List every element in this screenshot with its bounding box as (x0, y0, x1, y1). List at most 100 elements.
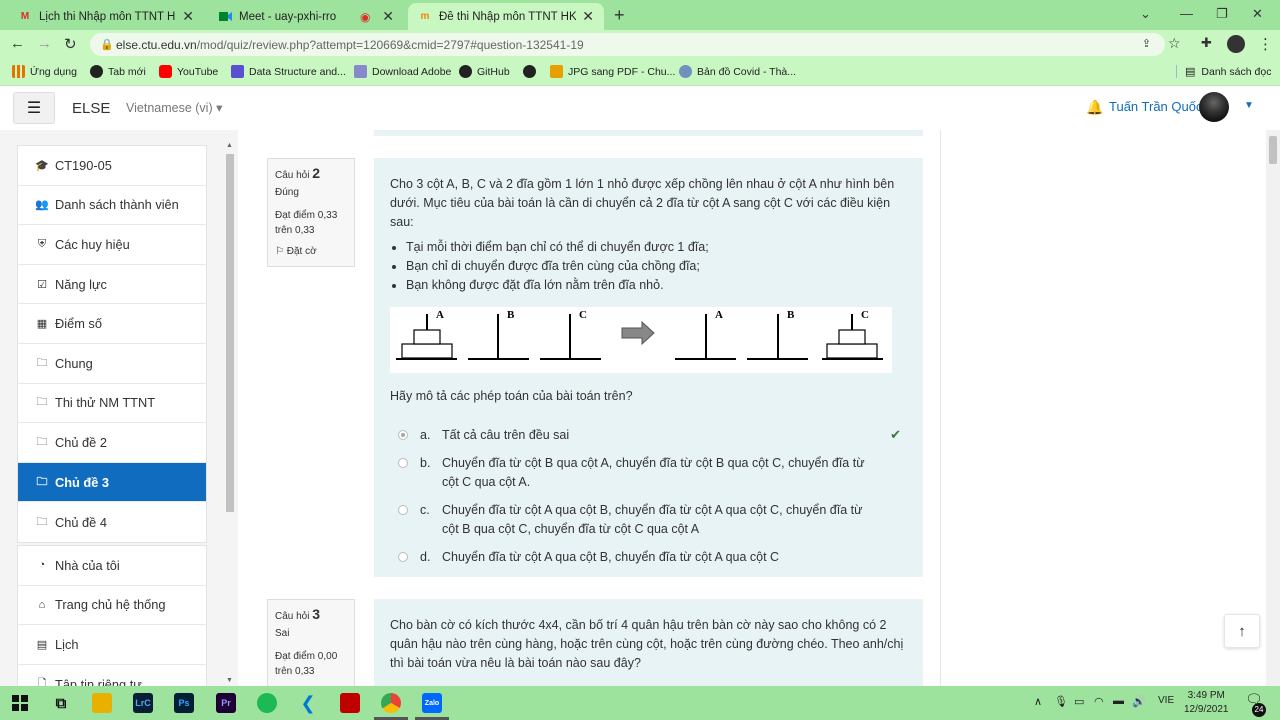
nav-item-private-files[interactable]: 🗋 Tập tin riêng tư (18, 665, 206, 686)
wifi-icon[interactable]: ◠ (1094, 695, 1104, 708)
screen-icon[interactable]: ▭ (1074, 695, 1084, 708)
list-item: Tại mỗi thời điểm bạn chỉ có thể di chuy… (406, 238, 907, 257)
bookmark-covid-map[interactable]: Bản đồ Covid - Thà... (679, 65, 796, 78)
language-menu[interactable]: Vietnamese (vi) ▾ (126, 100, 222, 115)
flag-question-button[interactable]: ⚐ Đặt cờ (275, 244, 347, 259)
question-text: Cho bàn cờ có kích thước 4x4, cần bố trí… (390, 618, 904, 670)
nav-item-calendar[interactable]: ▤ Lịch (18, 625, 206, 665)
nav-item-site-home[interactable]: ⌂ Trang chủ hệ thống (18, 586, 206, 626)
nav-item-course[interactable]: 🎓 CT190-05 (18, 146, 206, 186)
nav-item-dashboard[interactable]: ◔ Nhà của tôi (18, 546, 206, 586)
profile-avatar[interactable] (1227, 35, 1245, 53)
answer-option[interactable]: c. Chuyển đĩa từ cột A qua cột B, chuyển… (390, 495, 907, 542)
answer-option[interactable]: b. Chuyển đĩa từ cột B qua cột A, chuyển… (390, 448, 907, 495)
url-host: else.ctu.edu.vn (116, 37, 197, 52)
photoshop-icon[interactable]: Ps (174, 693, 194, 713)
share-icon[interactable]: ⇪ (1142, 37, 1151, 50)
user-name[interactable]: Tuấn Trần Quốc (1109, 99, 1202, 114)
bookmark-download-adobe[interactable]: Download Adobe (354, 65, 451, 78)
user-menu-caret-icon[interactable]: ▼ (1244, 100, 1254, 111)
nav-item-grades[interactable]: ▦ Điểm số (18, 304, 206, 344)
bookmark-apps[interactable]: Ứng dụng (12, 65, 77, 78)
close-window-button[interactable]: ✕ (1252, 6, 1263, 22)
bookmark-youtube[interactable]: YouTube (159, 65, 218, 78)
nav-item-practice-exam[interactable]: 🗀 Thi thử NM TTNT (18, 384, 206, 424)
garena-icon[interactable] (340, 693, 360, 713)
close-icon[interactable]: ✕ (382, 8, 394, 25)
question-text: Cho 3 cột A, B, C và 2 đĩa gồm 1 lớn 1 n… (390, 177, 895, 229)
close-icon[interactable]: ✕ (582, 8, 594, 25)
drawer-toggle-button[interactable]: ☰ (13, 92, 55, 124)
browser-tab-3[interactable]: m Đề thi Nhập môn TTNT HKI năm ✕ (408, 3, 604, 30)
tab-search-icon[interactable]: ⌄ (1140, 6, 1151, 22)
language-indicator[interactable]: VIE (1158, 695, 1174, 706)
drawer-scrollbar-thumb[interactable] (226, 154, 234, 512)
file-explorer-icon[interactable] (92, 693, 112, 713)
nav-item-general[interactable]: 🗀 Chung (18, 344, 206, 384)
forward-button[interactable]: → (37, 35, 52, 52)
start-icon[interactable] (10, 693, 30, 713)
bookmark-new-tab[interactable]: Tab mới (90, 65, 146, 78)
quiz-review-content: Câu hỏi 2 Đúng Đạt điểm 0,33 trên 0,33 ⚐… (250, 130, 940, 686)
bookmark-star-icon[interactable]: ☆ (1168, 35, 1181, 52)
zalo-icon[interactable]: Zalo (422, 693, 442, 713)
bookmark-data-structure[interactable]: Data Structure and... (231, 65, 346, 78)
nav-item-topic-3[interactable]: 🗀 Chủ đề 3 (18, 462, 206, 503)
back-button[interactable]: ← (10, 35, 25, 52)
system-clock[interactable]: 3:49 PM 12/9/2021 (1184, 689, 1229, 717)
maximize-button[interactable]: ❐ (1216, 6, 1228, 22)
nav-item-badges[interactable]: ⛨ Các huy hiệu (18, 225, 206, 265)
scroll-up-arrow-icon[interactable]: ▲ (226, 142, 233, 149)
list-item: Bạn chỉ di chuyển được đĩa trên cùng của… (406, 257, 907, 276)
bookmark-github[interactable]: GitHub (459, 65, 510, 78)
back-to-top-button[interactable]: ↑ (1224, 614, 1260, 648)
tray-overflow-icon[interactable]: ∧ (1034, 695, 1042, 708)
microphone-icon[interactable]: 🎙 (1054, 695, 1068, 708)
radio-button[interactable] (398, 430, 408, 440)
task-view-icon[interactable]: ⧉ (51, 693, 71, 713)
answer-option[interactable]: a. Tất cả câu trên đều sai ✔ (390, 420, 907, 448)
battery-icon[interactable]: ▬ (1113, 695, 1124, 707)
minimize-button[interactable]: — (1180, 6, 1193, 21)
site-nav-group: ◔ Nhà của tôi ⌂ Trang chủ hệ thống ▤ Lịch 🗋… (17, 545, 207, 686)
drawer-scrollbar[interactable]: ▲ ▼ (225, 142, 235, 686)
question-info: Câu hỏi 2 Đúng Đạt điểm 0,33 trên 0,33 ⚐… (267, 158, 355, 267)
reload-button[interactable]: ↻ (64, 35, 77, 53)
browser-tab-2[interactable]: Meet - uay-pxhi-rro ◉ ✕ (208, 3, 404, 30)
answer-option[interactable]: d. Chuyển đĩa từ cột A qua cột B, chuyển… (390, 542, 907, 570)
spotify-icon[interactable] (257, 693, 277, 713)
nav-item-participants[interactable]: 👥 Danh sách thành viên (18, 186, 206, 226)
list-item: Bạn không được đặt đĩa lớn nằm trên đĩa … (406, 276, 907, 295)
nav-item-topic-4[interactable]: 🗀 Chủ đề 4 (18, 502, 206, 542)
new-tab-button[interactable]: + (614, 5, 625, 26)
arrow-up-icon: ↑ (1238, 622, 1246, 640)
chrome-icon[interactable] (381, 693, 401, 713)
reading-list[interactable]: ▤ Danh sách đọc (1176, 65, 1271, 78)
rules-list: Tại mỗi thời điểm bạn chỉ có thể di chuy… (406, 238, 907, 295)
bookmark-globe[interactable] (523, 65, 541, 78)
lightroom-classic-icon[interactable]: LrC (133, 693, 153, 713)
extensions-icon[interactable]: ✚ (1201, 35, 1212, 51)
browser-tab-1[interactable]: M Lịch thi Nhập môn TTNT HK1 202 ✕ (8, 3, 204, 30)
flag-icon: ⚐ (275, 246, 284, 257)
radio-button[interactable] (398, 505, 408, 515)
avatar[interactable] (1199, 92, 1229, 122)
nav-item-topic-2[interactable]: 🗀 Chủ đề 2 (18, 423, 206, 463)
premiere-icon[interactable]: Pr (216, 693, 236, 713)
vscode-icon[interactable]: ❮ (298, 693, 318, 713)
radio-button[interactable] (398, 552, 408, 562)
checkbox-icon: ☑ (37, 278, 47, 291)
scroll-down-arrow-icon[interactable]: ▼ (226, 677, 233, 684)
dashboard-icon: ◔ (38, 559, 46, 572)
nav-item-competencies[interactable]: ☑ Năng lực (18, 265, 206, 305)
site-brand[interactable]: ELSE (72, 100, 110, 117)
volume-icon[interactable]: 🔊 (1132, 695, 1146, 708)
url-bar[interactable]: 🔒 else.ctu.edu.vn/mod/quiz/review.php?at… (90, 33, 1165, 56)
radio-button[interactable] (398, 458, 408, 468)
menu-icon[interactable]: ⋮ (1258, 35, 1273, 53)
close-icon[interactable]: ✕ (182, 8, 194, 25)
page-scrollbar[interactable] (1266, 130, 1280, 686)
notification-bell-icon[interactable]: 🔔 (1086, 99, 1103, 116)
page-scrollbar-thumb[interactable] (1269, 136, 1277, 164)
bookmark-jpg-pdf[interactable]: JPG sang PDF - Chu... (550, 65, 675, 78)
